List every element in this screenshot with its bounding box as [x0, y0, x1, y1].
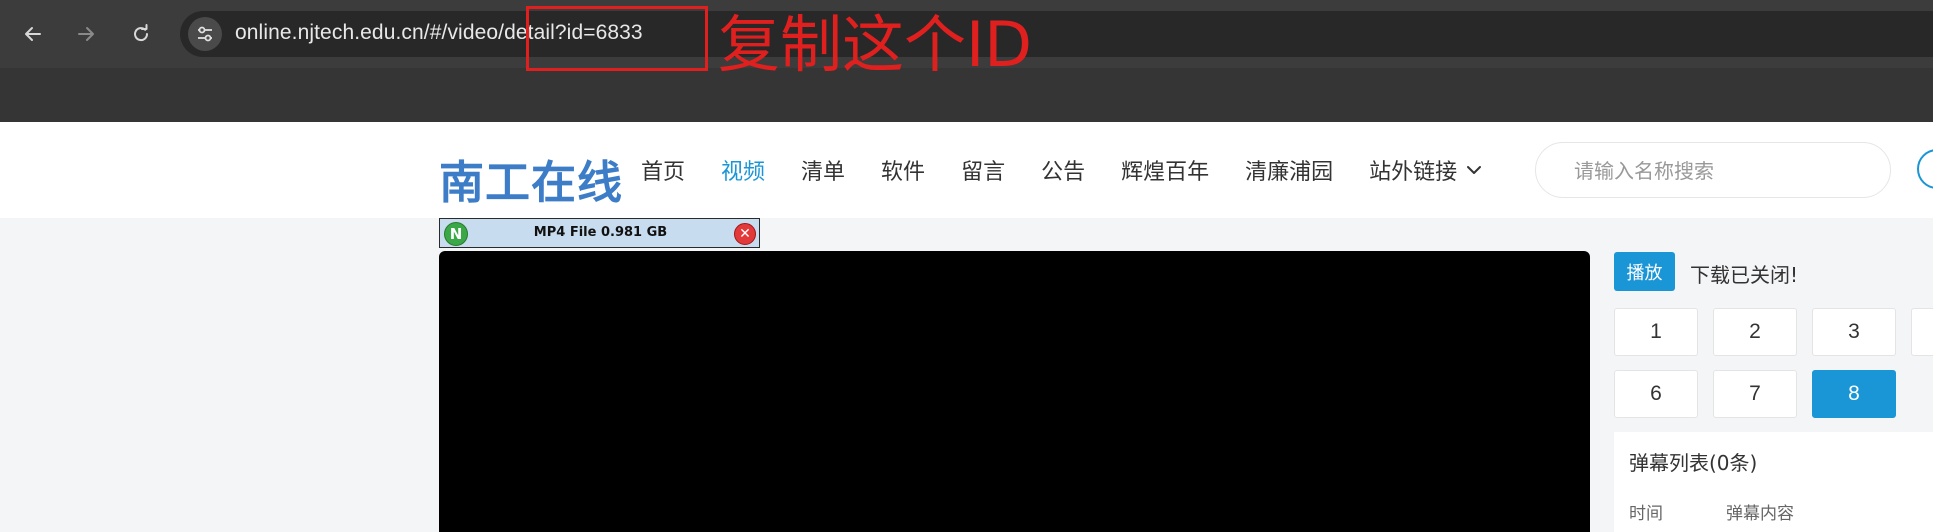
video-player[interactable] — [439, 251, 1590, 532]
episode-button[interactable]: 2 — [1713, 308, 1797, 356]
episode-button[interactable]: 7 — [1713, 370, 1797, 418]
nav-item-integrity[interactable]: 清廉浦园 — [1245, 154, 1333, 186]
episode-button-partial[interactable] — [1911, 308, 1933, 356]
download-status-text: 下载已关闭! — [1690, 263, 1799, 287]
episode-button[interactable]: 6 — [1614, 370, 1698, 418]
tune-icon — [198, 26, 212, 42]
danmu-panel: 弹幕列表(0条) 时间 弹幕内容 — [1614, 432, 1933, 532]
search-button[interactable] — [1917, 149, 1933, 189]
danmu-title: 弹幕列表(0条) — [1629, 451, 1758, 475]
episode-button-active[interactable]: 8 — [1812, 370, 1896, 418]
download-plugin-bar: N MP4 File 0.981 GB ✕ — [439, 218, 760, 248]
address-bar[interactable]: online.njtech.edu.cn/#/video/detail?id=6… — [180, 11, 1933, 57]
nav-item-glory[interactable]: 辉煌百年 — [1121, 154, 1209, 186]
site-logo[interactable]: 南工在线 — [439, 146, 623, 211]
site-info-button[interactable] — [188, 17, 222, 51]
danmu-col-content: 弹幕内容 — [1726, 504, 1794, 524]
nav-item-notice[interactable]: 公告 — [1041, 154, 1085, 186]
annotation-text: 复制这个ID — [718, 8, 1033, 81]
site-search — [1535, 142, 1891, 198]
nav-item-external-links[interactable]: 站外链接 — [1369, 154, 1485, 186]
reload-icon — [134, 24, 149, 42]
nav-item-list[interactable]: 清单 — [801, 154, 845, 186]
episode-button[interactable]: 1 — [1614, 308, 1698, 356]
arrow-right-icon — [78, 27, 94, 41]
annotation-highlight-box — [526, 6, 708, 71]
nav-item-software[interactable]: 软件 — [881, 154, 925, 186]
nav-item-video[interactable]: 视频 — [721, 154, 765, 186]
close-icon[interactable]: ✕ — [734, 223, 756, 245]
arrow-left-icon — [25, 27, 41, 41]
nav-item-external-links-label: 站外链接 — [1369, 160, 1458, 185]
search-input[interactable] — [1574, 157, 1874, 185]
play-button[interactable]: 播放 — [1614, 252, 1675, 291]
chevron-down-icon — [1467, 166, 1482, 174]
reload-button[interactable] — [124, 17, 158, 51]
plugin-file-label[interactable]: MP4 File 0.981 GB — [440, 225, 761, 240]
nav-item-message[interactable]: 留言 — [961, 154, 1005, 186]
back-button[interactable] — [16, 17, 50, 51]
episode-button[interactable]: 3 — [1812, 308, 1896, 356]
main-nav: 首页 视频 清单 软件 留言 公告 辉煌百年 清廉浦园 站外链接 — [641, 155, 1485, 185]
forward-button[interactable] — [69, 17, 103, 51]
danmu-col-time: 时间 — [1629, 504, 1663, 524]
nav-item-home[interactable]: 首页 — [641, 154, 685, 186]
site-header: 南工在线 首页 视频 清单 软件 留言 公告 辉煌百年 清廉浦园 站外链接 — [0, 122, 1933, 218]
